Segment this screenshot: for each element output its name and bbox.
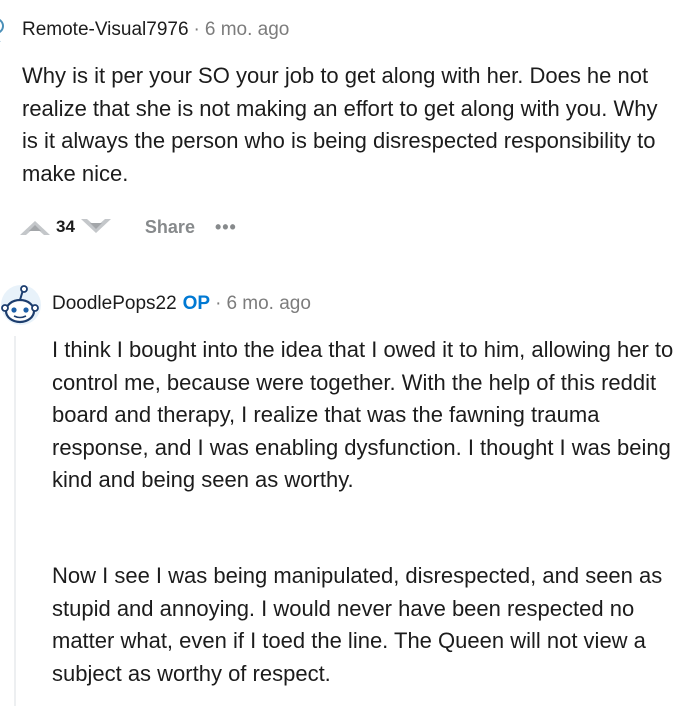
meta-separator: · — [193, 19, 200, 40]
timestamp[interactable]: 6 mo. ago — [226, 293, 311, 315]
comment-body-paragraph-1: I think I bought into the idea that I ow… — [52, 337, 674, 492]
username-link[interactable]: DoodlePops22 — [52, 293, 177, 315]
share-button[interactable]: Share — [145, 217, 195, 238]
downvote-arrow-icon[interactable] — [79, 217, 113, 237]
username-link[interactable]: Remote-Visual7976 — [22, 19, 189, 41]
thread-line[interactable] — [14, 336, 16, 706]
more-options-button[interactable]: ••• — [215, 218, 237, 236]
avatar-icon[interactable] — [0, 12, 10, 42]
comment-meta: Remote-Visual7976 · 6 mo. ago — [22, 19, 289, 41]
vote-score: 34 — [56, 217, 75, 236]
comment-meta: DoodlePops22 OP · 6 mo. ago — [52, 293, 311, 315]
meta-separator: · — [215, 293, 222, 314]
comment-actions: 34 Share ••• — [18, 212, 237, 242]
upvote-arrow-icon[interactable] — [18, 217, 52, 237]
snoo-avatar-icon[interactable] — [0, 284, 42, 326]
timestamp[interactable]: 6 mo. ago — [205, 19, 290, 41]
comment-body-paragraph-2: Now I see I was being manipulated, disre… — [52, 563, 663, 686]
op-badge: OP — [182, 293, 211, 314]
comment-body: Why is it per your SO your job to get al… — [22, 63, 658, 186]
